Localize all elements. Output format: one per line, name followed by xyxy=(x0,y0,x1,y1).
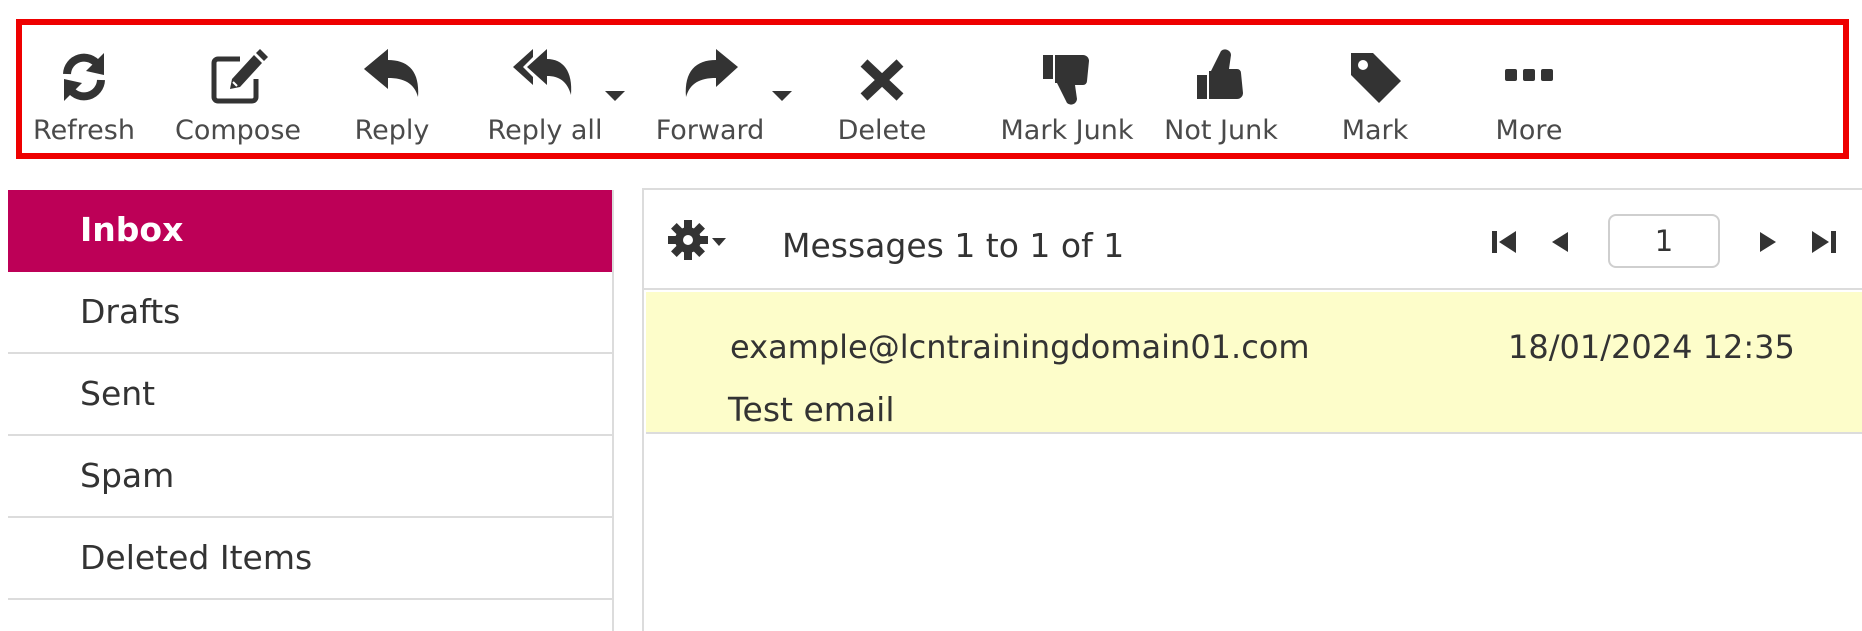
delete-label: Delete xyxy=(837,115,927,146)
thumbs-up-icon xyxy=(1189,45,1253,109)
last-page-button[interactable] xyxy=(1806,224,1842,260)
first-page-button[interactable] xyxy=(1486,224,1522,260)
folder-item-deleted-items[interactable]: Deleted Items xyxy=(8,518,612,600)
reply-all-button[interactable]: Reply all xyxy=(465,25,645,153)
refresh-icon xyxy=(52,45,116,109)
folder-label: Sent xyxy=(80,374,156,413)
next-page-button[interactable] xyxy=(1750,224,1786,260)
previous-page-icon xyxy=(1552,232,1568,252)
compose-button[interactable]: Compose xyxy=(148,25,328,153)
mark-button[interactable]: Mark xyxy=(1285,25,1465,153)
message-count: Messages 1 to 1 of 1 xyxy=(782,226,1125,265)
forward-label: Forward xyxy=(655,115,765,146)
reply-all-dropdown-icon[interactable] xyxy=(605,91,625,101)
delete-icon xyxy=(850,45,914,109)
reply-all-label: Reply all xyxy=(487,115,603,146)
first-page-icon xyxy=(1492,231,1516,253)
compose-label: Compose xyxy=(174,115,301,146)
forward-icon xyxy=(678,45,742,109)
folder-list: Inbox Drafts Sent Spam Deleted Items xyxy=(8,190,614,631)
forward-dropdown-icon[interactable] xyxy=(772,91,792,101)
more-button[interactable]: More xyxy=(1439,25,1619,153)
previous-page-button[interactable] xyxy=(1542,224,1578,260)
next-page-icon xyxy=(1760,232,1776,252)
mark-label: Mark xyxy=(1341,115,1409,146)
message-sender: example@lcntrainingdomain01.com xyxy=(730,328,1310,366)
folder-item-inbox[interactable]: Inbox xyxy=(8,190,612,272)
folder-label: Deleted Items xyxy=(80,538,313,577)
last-page-icon xyxy=(1812,231,1836,253)
list-options-menu[interactable] xyxy=(666,216,742,264)
not-junk-button[interactable]: Not Junk xyxy=(1131,25,1311,153)
more-label: More xyxy=(1495,115,1563,146)
message-subject: Test email xyxy=(728,390,895,429)
toolbar: Refresh Compose Reply Reply all Forward … xyxy=(16,19,1849,159)
not-junk-label: Not Junk xyxy=(1164,115,1278,146)
message-date: 18/01/2024 12:35 xyxy=(1508,328,1795,366)
mark-junk-button[interactable]: Mark Junk xyxy=(977,25,1157,153)
delete-button[interactable]: Delete xyxy=(792,25,972,153)
reply-icon xyxy=(360,45,424,109)
message-list-header: Messages 1 to 1 of 1 xyxy=(644,190,1862,290)
folder-item-spam[interactable]: Spam xyxy=(8,436,612,518)
forward-button[interactable]: Forward xyxy=(634,25,814,153)
more-icon xyxy=(1497,45,1561,109)
gear-icon xyxy=(668,220,726,260)
folder-label: Spam xyxy=(80,456,175,495)
folder-label: Inbox xyxy=(80,210,184,249)
folder-label: Drafts xyxy=(80,292,181,331)
folder-item-sent[interactable]: Sent xyxy=(8,354,612,436)
message-list-pane: Messages 1 to 1 of 1 example@lcnt xyxy=(642,188,1862,631)
reply-all-icon xyxy=(511,45,575,109)
thumbs-down-icon xyxy=(1035,45,1099,109)
tag-icon xyxy=(1343,45,1407,109)
mark-junk-label: Mark Junk xyxy=(1000,115,1134,146)
compose-icon xyxy=(206,45,270,109)
folder-item-drafts[interactable]: Drafts xyxy=(8,272,612,354)
page-number-input[interactable] xyxy=(1608,214,1720,268)
message-row[interactable]: example@lcntrainingdomain01.com 18/01/20… xyxy=(646,292,1862,434)
